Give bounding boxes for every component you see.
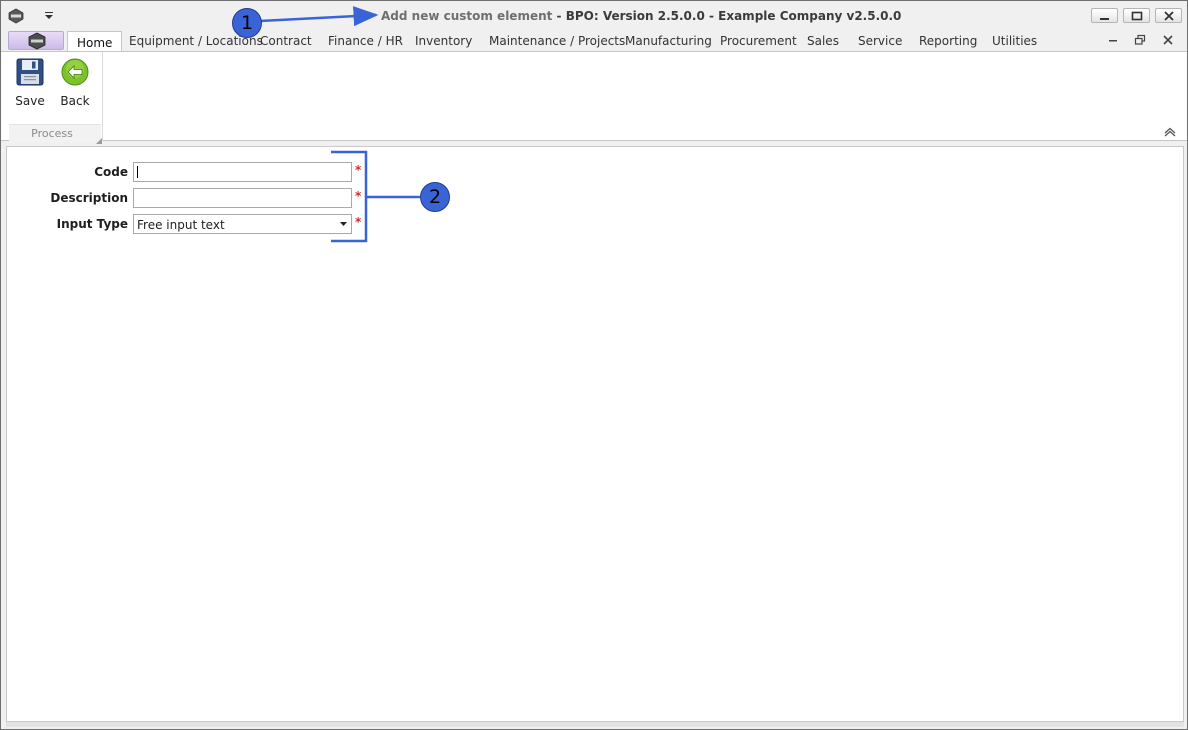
tab-utilities[interactable]: Utilities — [992, 34, 1037, 48]
ribbon-tab-bar: Home Equipment / Locations Contract Fina… — [1, 30, 1187, 52]
code-required-marker: * — [355, 163, 362, 177]
status-strip — [6, 722, 1184, 727]
restore-button[interactable] — [1123, 8, 1150, 23]
application-window: Add new custom element - BPO: Version 2.… — [0, 0, 1188, 730]
ribbon-group-label: Process — [31, 127, 73, 140]
description-required-marker: * — [355, 189, 362, 203]
mdi-minimize-icon[interactable] — [1107, 34, 1119, 46]
ribbon-group-process: Save Back Process — [6, 52, 103, 144]
ribbon-panel: Save Back Process — [1, 51, 1187, 144]
minimize-button[interactable] — [1091, 8, 1118, 23]
tab-procurement[interactable]: Procurement — [720, 34, 797, 48]
code-label: Code — [94, 165, 128, 179]
application-menu-button[interactable] — [8, 31, 64, 50]
description-input[interactable] — [133, 188, 352, 208]
back-button[interactable]: Back — [55, 54, 95, 108]
input-type-select[interactable]: Free input text — [133, 214, 352, 234]
ribbon-collapse-icon[interactable] — [1164, 126, 1176, 137]
restore-icon — [1131, 11, 1143, 21]
dialog-launcher-icon[interactable] — [96, 133, 102, 144]
window-title-form: Add new custom element — [381, 9, 553, 23]
tab-manufacturing[interactable]: Manufacturing — [625, 34, 712, 48]
description-label: Description — [50, 191, 128, 205]
tab-maintenance-projects[interactable]: Maintenance / Projects — [489, 34, 625, 48]
tab-equipment-locations[interactable]: Equipment / Locations — [129, 34, 263, 48]
save-button[interactable]: Save — [10, 54, 50, 108]
tab-home[interactable]: Home — [67, 31, 123, 52]
input-type-value: Free input text — [137, 218, 225, 232]
quick-access-dropdown-icon[interactable] — [43, 10, 55, 22]
app-logo-icon — [28, 32, 46, 50]
app-logo-icon[interactable] — [8, 8, 24, 24]
mdi-close-icon[interactable] — [1162, 34, 1174, 46]
tab-sales[interactable]: Sales — [807, 34, 839, 48]
text-caret — [137, 166, 138, 178]
back-arrow-icon — [61, 58, 89, 86]
tab-finance-hr[interactable]: Finance / HR — [328, 34, 403, 48]
form-content-area: Code * Description * Input Type Free inp… — [6, 146, 1184, 722]
floppy-disk-icon — [16, 58, 44, 86]
title-bar: Add new custom element - BPO: Version 2.… — [1, 1, 1187, 30]
code-input[interactable] — [133, 162, 352, 182]
tab-reporting[interactable]: Reporting — [919, 34, 977, 48]
save-label: Save — [15, 94, 45, 108]
ribbon-group-footer: Process — [9, 124, 102, 144]
minimize-icon — [1100, 18, 1109, 20]
close-icon — [1164, 11, 1174, 21]
mdi-restore-icon[interactable] — [1134, 34, 1146, 46]
close-button[interactable] — [1155, 8, 1182, 23]
tab-inventory[interactable]: Inventory — [415, 34, 472, 48]
input-type-required-marker: * — [355, 215, 362, 229]
tab-contract[interactable]: Contract — [260, 34, 312, 48]
tab-service[interactable]: Service — [858, 34, 902, 48]
window-title-app: - BPO: Version 2.5.0.0 - Example Company… — [552, 9, 902, 23]
input-type-label: Input Type — [56, 217, 128, 231]
chevron-down-icon — [340, 222, 347, 226]
window-title: Add new custom element - BPO: Version 2.… — [381, 9, 901, 23]
back-label: Back — [60, 94, 90, 108]
